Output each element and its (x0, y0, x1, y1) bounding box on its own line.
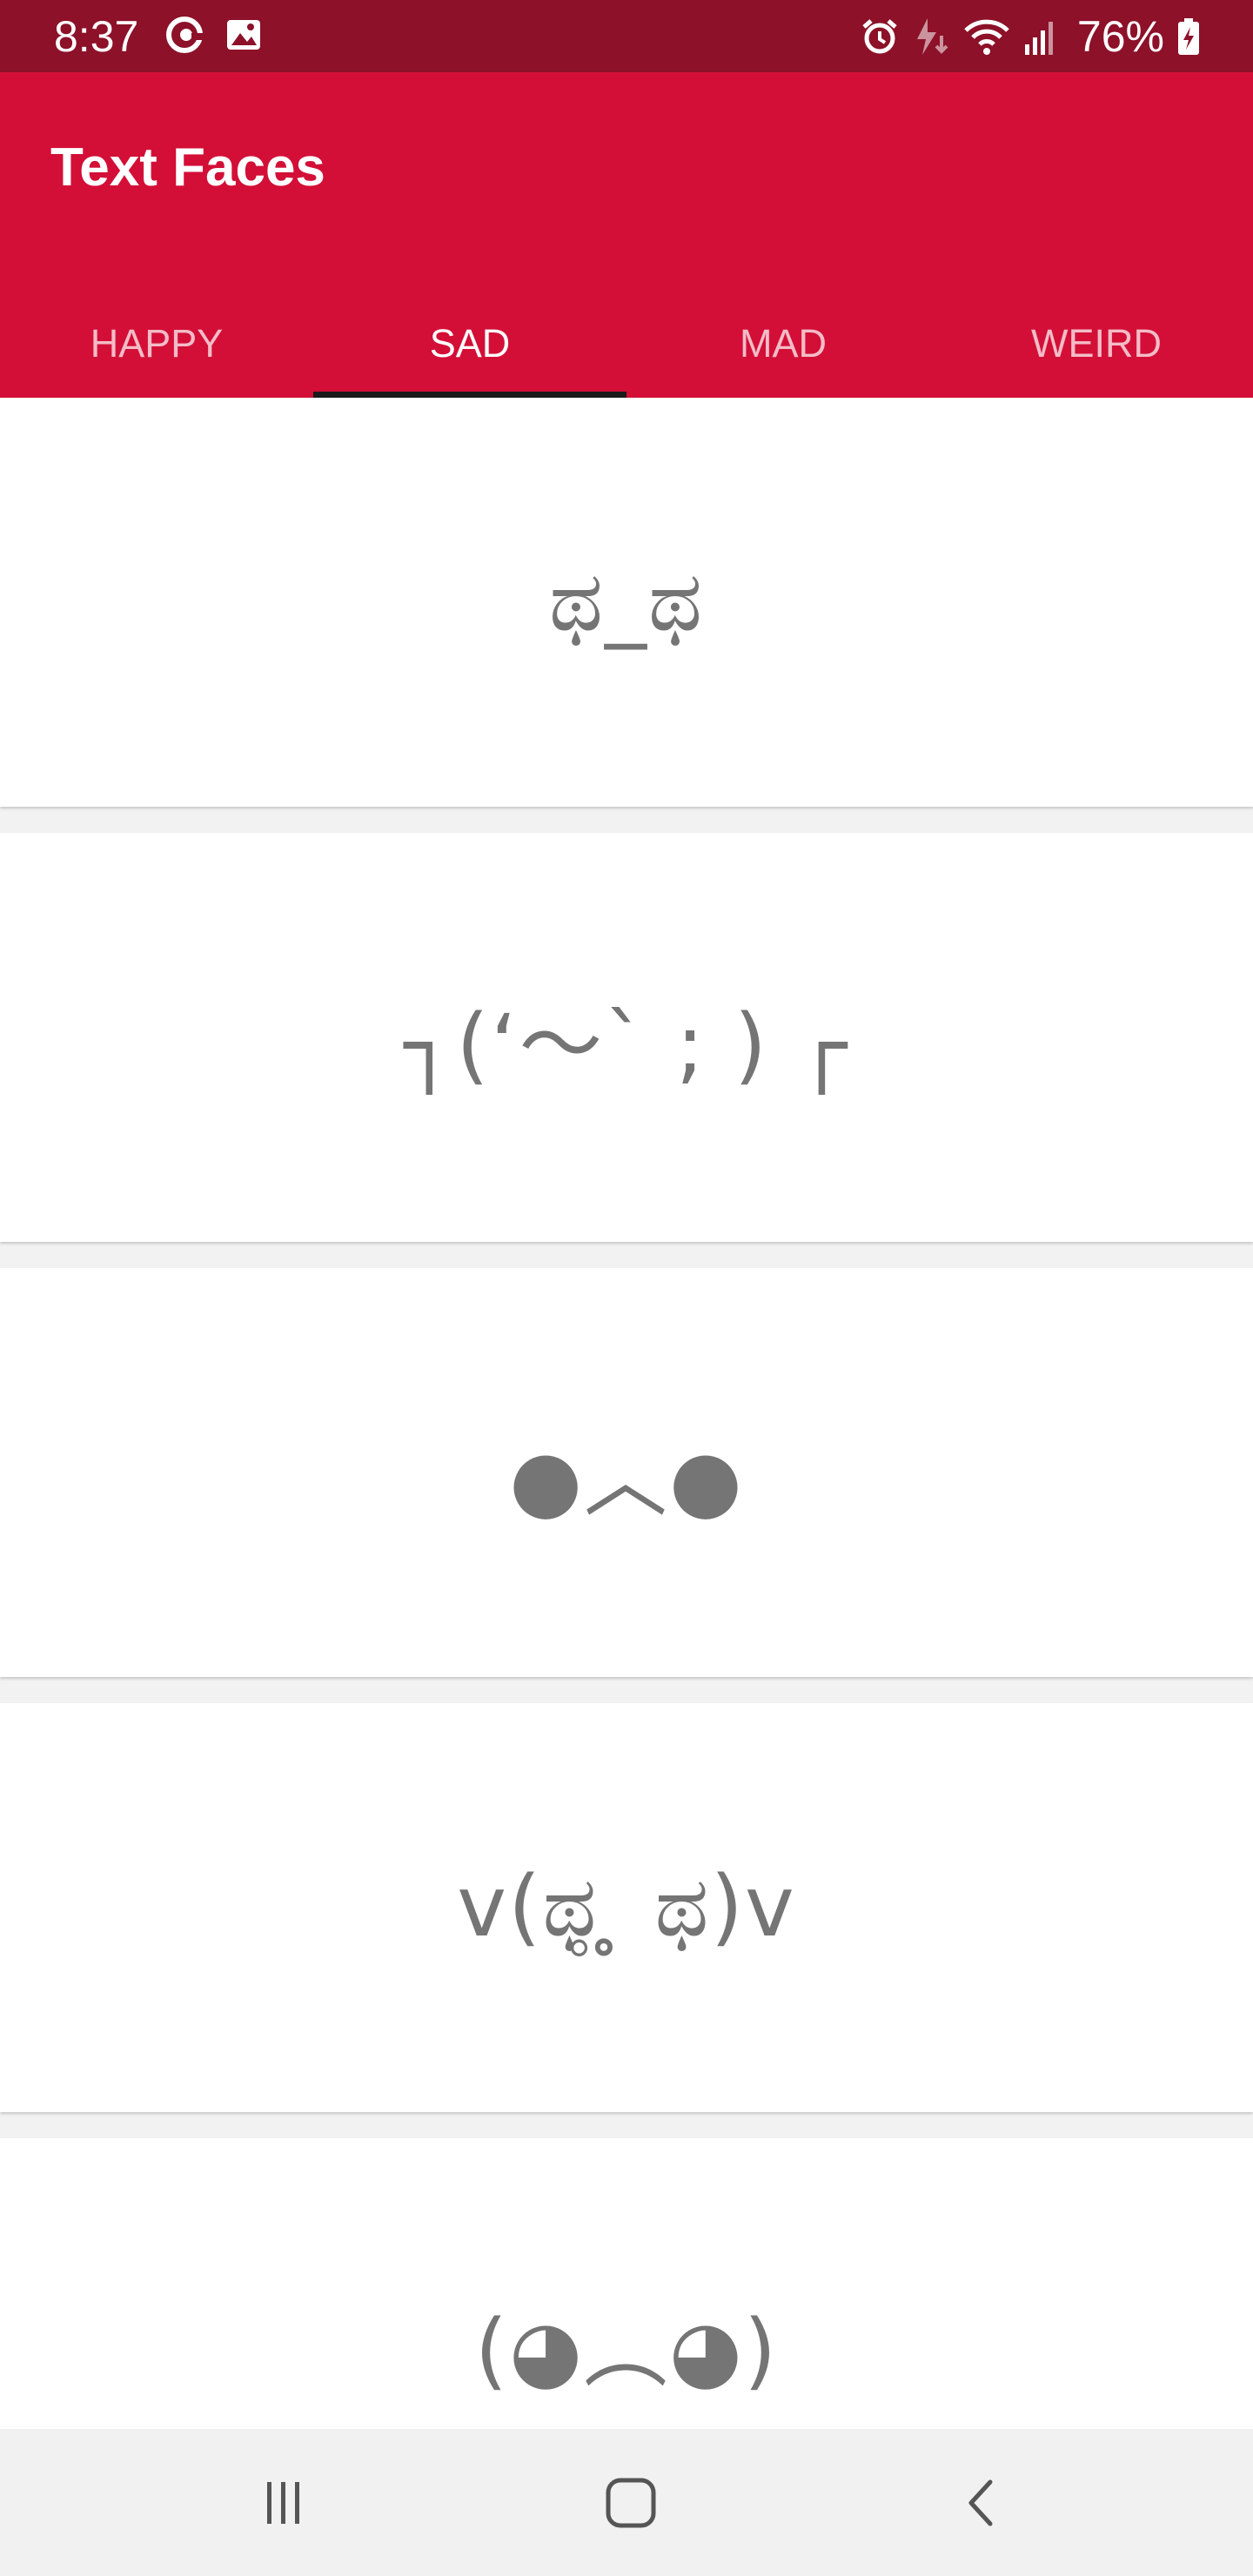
battery-charging-icon (1176, 17, 1201, 57)
app-bar: Text Faces HAPPY SAD MAD WEIRD (0, 72, 1253, 398)
face-card[interactable]: ┐(‘～` ; ) ┌ (0, 833, 1253, 1242)
battery-percent: 76% (1076, 12, 1164, 61)
tab-weird[interactable]: WEIRD (940, 290, 1253, 398)
face-list: ಥ_ಥ ┐(‘～` ; ) ┌ ●︿● v(ಥ̥ ̥ ಥ)v (◕︵◕) (0, 398, 1253, 2429)
tab-sad[interactable]: SAD (313, 290, 626, 398)
home-icon[interactable] (583, 2455, 679, 2551)
face-text: ●︿● (509, 1431, 744, 1529)
face-text: v(ಥ̥ ̥ ಥ)v (457, 1858, 796, 1955)
tab-happy[interactable]: HAPPY (0, 290, 313, 398)
face-card[interactable]: ಥ_ಥ (0, 398, 1253, 807)
status-time: 8:37 (54, 12, 139, 61)
app-title: Text Faces (50, 138, 325, 198)
at-sign-icon (165, 16, 204, 54)
wifi-icon (962, 17, 1011, 57)
image-icon (224, 16, 263, 54)
face-text: ಥ_ಥ (548, 553, 705, 650)
status-icons: 76% (860, 9, 1201, 64)
alarm-icon (860, 17, 900, 57)
recent-apps-icon[interactable] (235, 2455, 331, 2551)
status-bar: 8:37 76% (0, 0, 1253, 72)
face-card[interactable]: (◕︵◕) (0, 2138, 1253, 2429)
face-card[interactable]: v(ಥ̥ ̥ ಥ)v (0, 1703, 1253, 2112)
tab-mad[interactable]: MAD (626, 290, 940, 398)
data-saver-icon (912, 17, 950, 57)
face-text: (◕︵◕) (474, 2301, 779, 2399)
tab-bar: HAPPY SAD MAD WEIRD (0, 290, 1253, 398)
face-text: ┐(‘～` ; ) ┌ (404, 996, 849, 1094)
face-card[interactable]: ●︿● (0, 1268, 1253, 1677)
back-icon[interactable] (935, 2455, 1031, 2551)
signal-icon (1023, 17, 1058, 57)
navigation-bar (0, 2429, 1253, 2576)
